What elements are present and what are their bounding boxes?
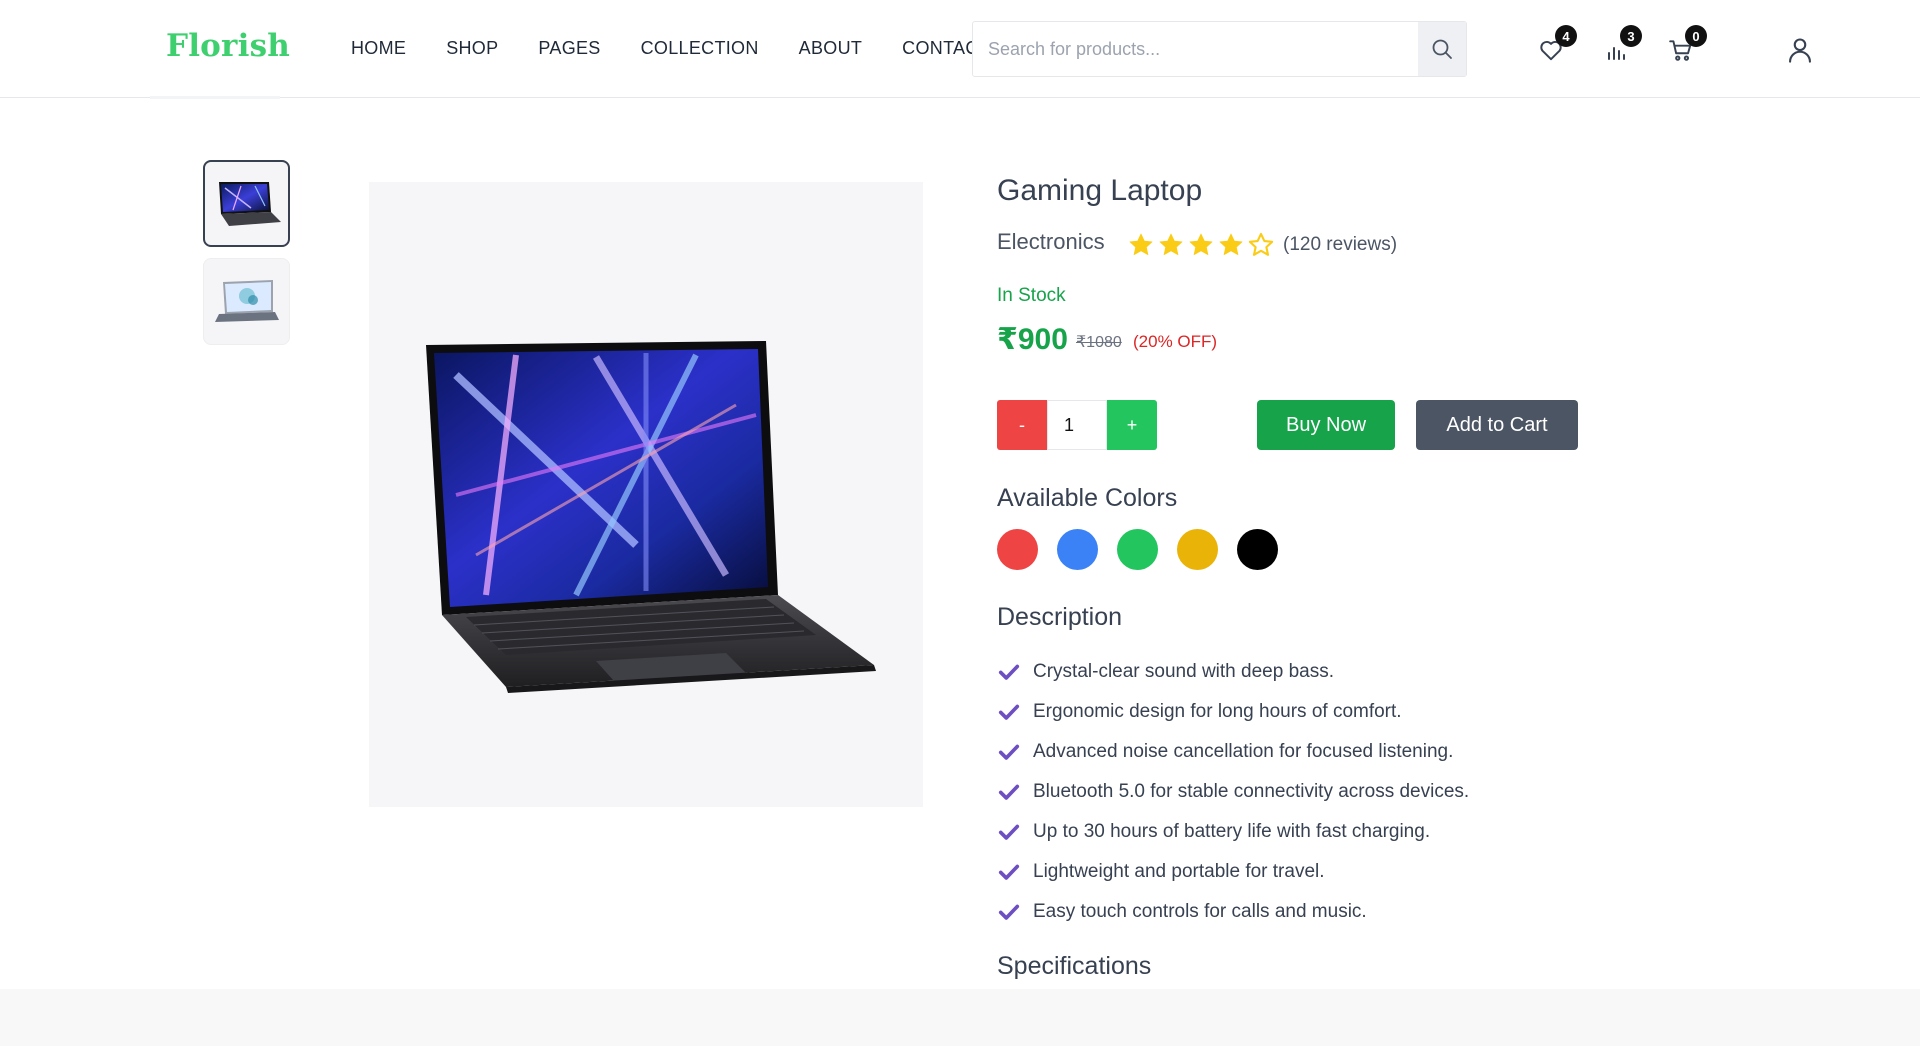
stock-status: In Stock [997, 285, 1066, 306]
compare-button[interactable]: 3 [1600, 25, 1642, 66]
search-input[interactable] [973, 22, 1418, 76]
description-text: Crystal-clear sound with deep bass. [1033, 661, 1334, 682]
quantity-stepper: - + [997, 400, 1157, 450]
rating-stars [1126, 231, 1276, 259]
description-item: Ergonomic design for long hours of comfo… [997, 692, 1469, 732]
site-header: Florish HOME SHOP PAGES COLLECTION ABOUT… [0, 0, 1920, 99]
check-icon [997, 860, 1021, 884]
nav-about[interactable]: ABOUT [799, 38, 863, 59]
color-swatch[interactable] [1177, 529, 1218, 570]
check-icon [997, 700, 1021, 724]
color-swatch[interactable] [1117, 529, 1158, 570]
color-swatch[interactable] [1057, 529, 1098, 570]
logo[interactable]: Florish [166, 28, 290, 64]
check-icon [997, 780, 1021, 804]
star-empty-icon [1248, 232, 1274, 256]
description-heading: Description [997, 603, 1123, 631]
nav-pages[interactable]: PAGES [538, 38, 600, 59]
nav-shop[interactable]: SHOP [446, 38, 498, 59]
add-to-cart-button[interactable]: Add to Cart [1416, 400, 1578, 450]
wishlist-count-badge: 4 [1555, 25, 1577, 47]
description-text: Up to 30 hours of battery life with fast… [1033, 821, 1431, 842]
check-icon [997, 740, 1021, 764]
description-text: Easy touch controls for calls and music. [1033, 901, 1367, 922]
quantity-input[interactable] [1047, 400, 1107, 450]
quantity-increase-button[interactable]: + [1107, 400, 1157, 450]
compare-count-badge: 3 [1620, 25, 1642, 47]
search-icon [1432, 39, 1452, 59]
search-button[interactable] [1418, 22, 1466, 76]
current-price: ₹900 [997, 323, 1068, 356]
description-item: Advanced noise cancellation for focused … [997, 732, 1469, 772]
account-button[interactable] [1784, 34, 1816, 66]
main-nav: HOME SHOP PAGES COLLECTION ABOUT CONTACT [351, 38, 1030, 59]
product-title: Gaming Laptop [997, 174, 1203, 207]
description-item: Up to 30 hours of battery life with fast… [997, 812, 1469, 852]
original-price: ₹1080 [1076, 334, 1122, 351]
description-item: Crystal-clear sound with deep bass. [997, 652, 1469, 692]
color-swatch[interactable] [997, 529, 1038, 570]
search-bar [972, 21, 1467, 77]
thumbnail-1[interactable] [203, 160, 290, 247]
description-list: Crystal-clear sound with deep bass. Ergon… [997, 652, 1469, 932]
check-icon [997, 900, 1021, 924]
cart-button[interactable]: 0 [1665, 25, 1707, 66]
star-filled-icon [1129, 233, 1153, 256]
laptop-thumbnail-image [218, 181, 281, 226]
review-count[interactable]: (120 reviews) [1283, 234, 1397, 256]
check-icon [997, 660, 1021, 684]
description-text: Advanced noise cancellation for focused … [1033, 741, 1454, 762]
nav-home[interactable]: HOME [351, 38, 406, 59]
footer-band [0, 989, 1920, 1046]
star-filled-icon [1159, 233, 1183, 256]
laptop-thumbnail-image [214, 279, 279, 322]
discount-label: (20% OFF) [1133, 332, 1218, 351]
laptop-image [426, 340, 876, 693]
check-icon [997, 820, 1021, 844]
description-item: Lightweight and portable for travel. [997, 852, 1469, 892]
wishlist-button[interactable]: 4 [1535, 25, 1577, 66]
user-icon [1789, 38, 1811, 63]
colors-heading: Available Colors [997, 484, 1178, 512]
color-swatches [997, 529, 1297, 570]
description-item: Easy touch controls for calls and music. [997, 892, 1469, 932]
star-filled-icon [1219, 233, 1243, 256]
logo-underline [150, 96, 280, 99]
thumbnail-2[interactable] [203, 258, 290, 345]
main-product-image [369, 182, 923, 807]
color-swatch[interactable] [1237, 529, 1278, 570]
description-item: Bluetooth 5.0 for stable connectivity ac… [997, 772, 1469, 812]
description-text: Bluetooth 5.0 for stable connectivity ac… [1033, 781, 1470, 802]
description-text: Lightweight and portable for travel. [1033, 861, 1325, 882]
star-filled-icon [1189, 233, 1213, 256]
specifications-heading: Specifications [997, 952, 1152, 980]
buy-now-button[interactable]: Buy Now [1257, 400, 1395, 450]
product-category[interactable]: Electronics [997, 229, 1105, 255]
quantity-decrease-button[interactable]: - [997, 400, 1047, 450]
cart-count-badge: 0 [1685, 25, 1707, 47]
nav-collection[interactable]: COLLECTION [641, 38, 759, 59]
description-text: Ergonomic design for long hours of comfo… [1033, 701, 1402, 722]
